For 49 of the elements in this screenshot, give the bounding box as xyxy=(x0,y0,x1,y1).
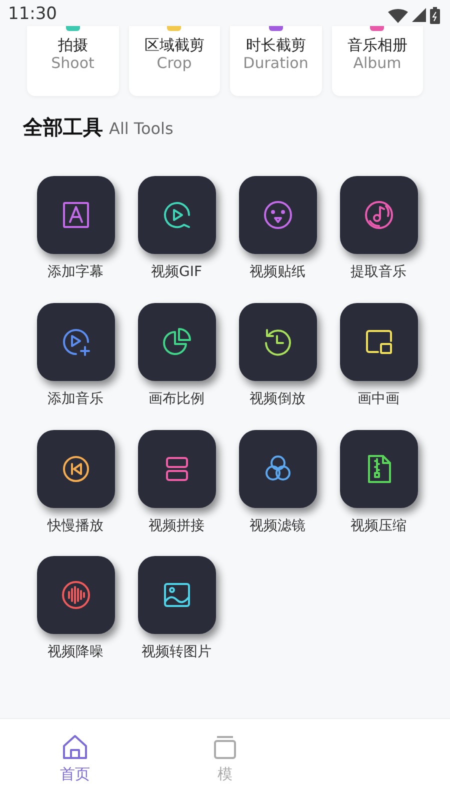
status-time: 11:30 xyxy=(8,3,57,26)
card-title: 音乐相册 xyxy=(347,36,408,54)
wifi-icon xyxy=(388,7,408,23)
tool-label: 视频降噪 xyxy=(48,644,104,662)
tool-label: 视频滤镜 xyxy=(250,518,306,534)
signal-icon xyxy=(412,8,426,22)
section-subtitle: All Tools xyxy=(109,118,174,140)
card-subtitle: Crop xyxy=(156,54,192,74)
tool-label: 快慢播放 xyxy=(48,518,104,534)
tool-button[interactable] xyxy=(36,176,114,254)
tool-button[interactable] xyxy=(36,556,114,634)
tool-button[interactable] xyxy=(340,430,418,508)
box-icon xyxy=(211,733,239,762)
section-title: 全部工具 xyxy=(23,114,103,141)
tool-button[interactable] xyxy=(340,302,418,381)
tool-button[interactable] xyxy=(138,302,216,381)
tool-button[interactable] xyxy=(340,176,418,254)
tool-label: 视频拼接 xyxy=(148,518,204,534)
tool-label: 视频压缩 xyxy=(350,518,406,534)
card-subtitle: Album xyxy=(353,54,402,74)
card-title: 拍摄 xyxy=(58,36,88,54)
tool-label: 视频倒放 xyxy=(250,390,306,408)
tool-label: 画布比例 xyxy=(148,390,204,408)
card-title: 时长截剪 xyxy=(246,36,306,54)
battery-icon xyxy=(430,6,440,24)
tool-label: 添加字幕 xyxy=(48,264,104,281)
nav-tab[interactable]: 首页 xyxy=(0,719,150,800)
home-icon xyxy=(61,733,89,762)
tool-label: 视频贴纸 xyxy=(250,264,306,281)
tool-button[interactable] xyxy=(138,176,216,254)
tool-label: 视频GIF xyxy=(150,264,202,281)
tool-button[interactable] xyxy=(36,302,114,381)
tool-button[interactable] xyxy=(138,556,216,634)
card-subtitle: Duration xyxy=(243,54,308,74)
tool-button[interactable] xyxy=(238,176,316,254)
tool-label: 提取音乐 xyxy=(350,264,406,281)
card-subtitle: Shoot xyxy=(51,54,94,74)
tool-card[interactable]: 区域截剪 Crop xyxy=(128,26,220,96)
tool-button[interactable] xyxy=(238,302,316,381)
tool-card[interactable]: 时长截剪 Duration xyxy=(230,26,322,96)
tool-button[interactable] xyxy=(238,430,316,508)
tool-card[interactable]: 拍摄 Shoot xyxy=(27,26,118,96)
tool-label: 添加音乐 xyxy=(48,390,104,408)
tool-button[interactable] xyxy=(36,430,114,508)
tool-label: 视频转图片 xyxy=(142,644,212,662)
tool-card[interactable]: 音乐相册 Album xyxy=(332,26,423,96)
card-title: 区域截剪 xyxy=(144,36,204,54)
tool-button[interactable] xyxy=(138,430,216,508)
tool-label: 画中画 xyxy=(358,390,400,408)
